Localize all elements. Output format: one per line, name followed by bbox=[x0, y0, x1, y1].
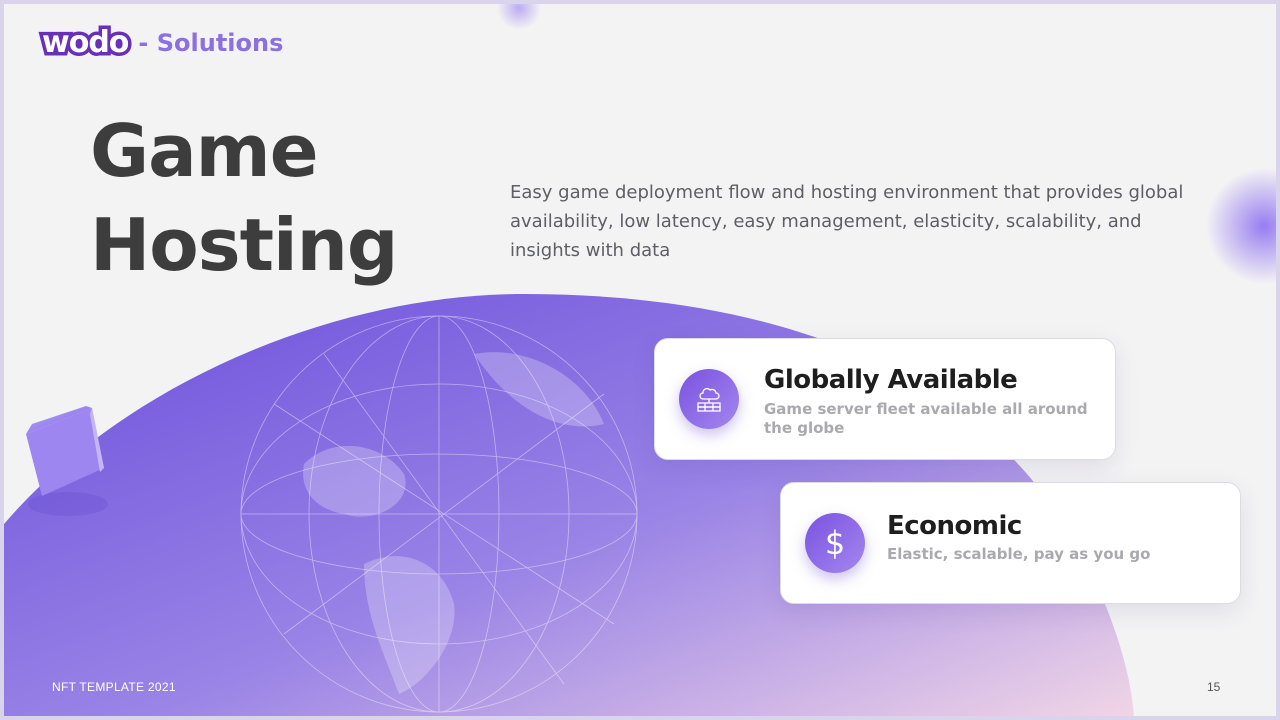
page-title: Game Hosting bbox=[90, 104, 398, 292]
description: Easy game deployment flow and hosting en… bbox=[510, 182, 1184, 261]
card-subtitle: Elastic, scalable, pay as you go bbox=[887, 545, 1151, 563]
cloud-server-icon bbox=[679, 369, 739, 429]
slide: wodo - Solutions Game Hosting Easy game … bbox=[0, 0, 1280, 720]
title-line-1: Game bbox=[90, 109, 319, 193]
title-line-2: Hosting bbox=[90, 203, 398, 287]
feature-card-economic: $ Economic Elastic, scalable, pay as you… bbox=[780, 482, 1241, 604]
card-title: Economic bbox=[887, 511, 1022, 541]
logo-suffix: - Solutions bbox=[138, 29, 284, 57]
dollar-icon: $ bbox=[805, 513, 865, 573]
card-title: Globally Available bbox=[764, 365, 1018, 395]
footer-label: NFT TEMPLATE 2021 bbox=[52, 680, 176, 694]
cube-decoration bbox=[26, 406, 108, 516]
card-subtitle: Game server fleet available all around t… bbox=[764, 400, 1088, 437]
page-number: 15 bbox=[1207, 680, 1221, 694]
feature-card-globally-available: Globally Available Game server fleet ava… bbox=[654, 338, 1116, 460]
logo-wordmark: wodo bbox=[38, 24, 132, 61]
brand-logo: wodo - Solutions bbox=[38, 24, 284, 61]
